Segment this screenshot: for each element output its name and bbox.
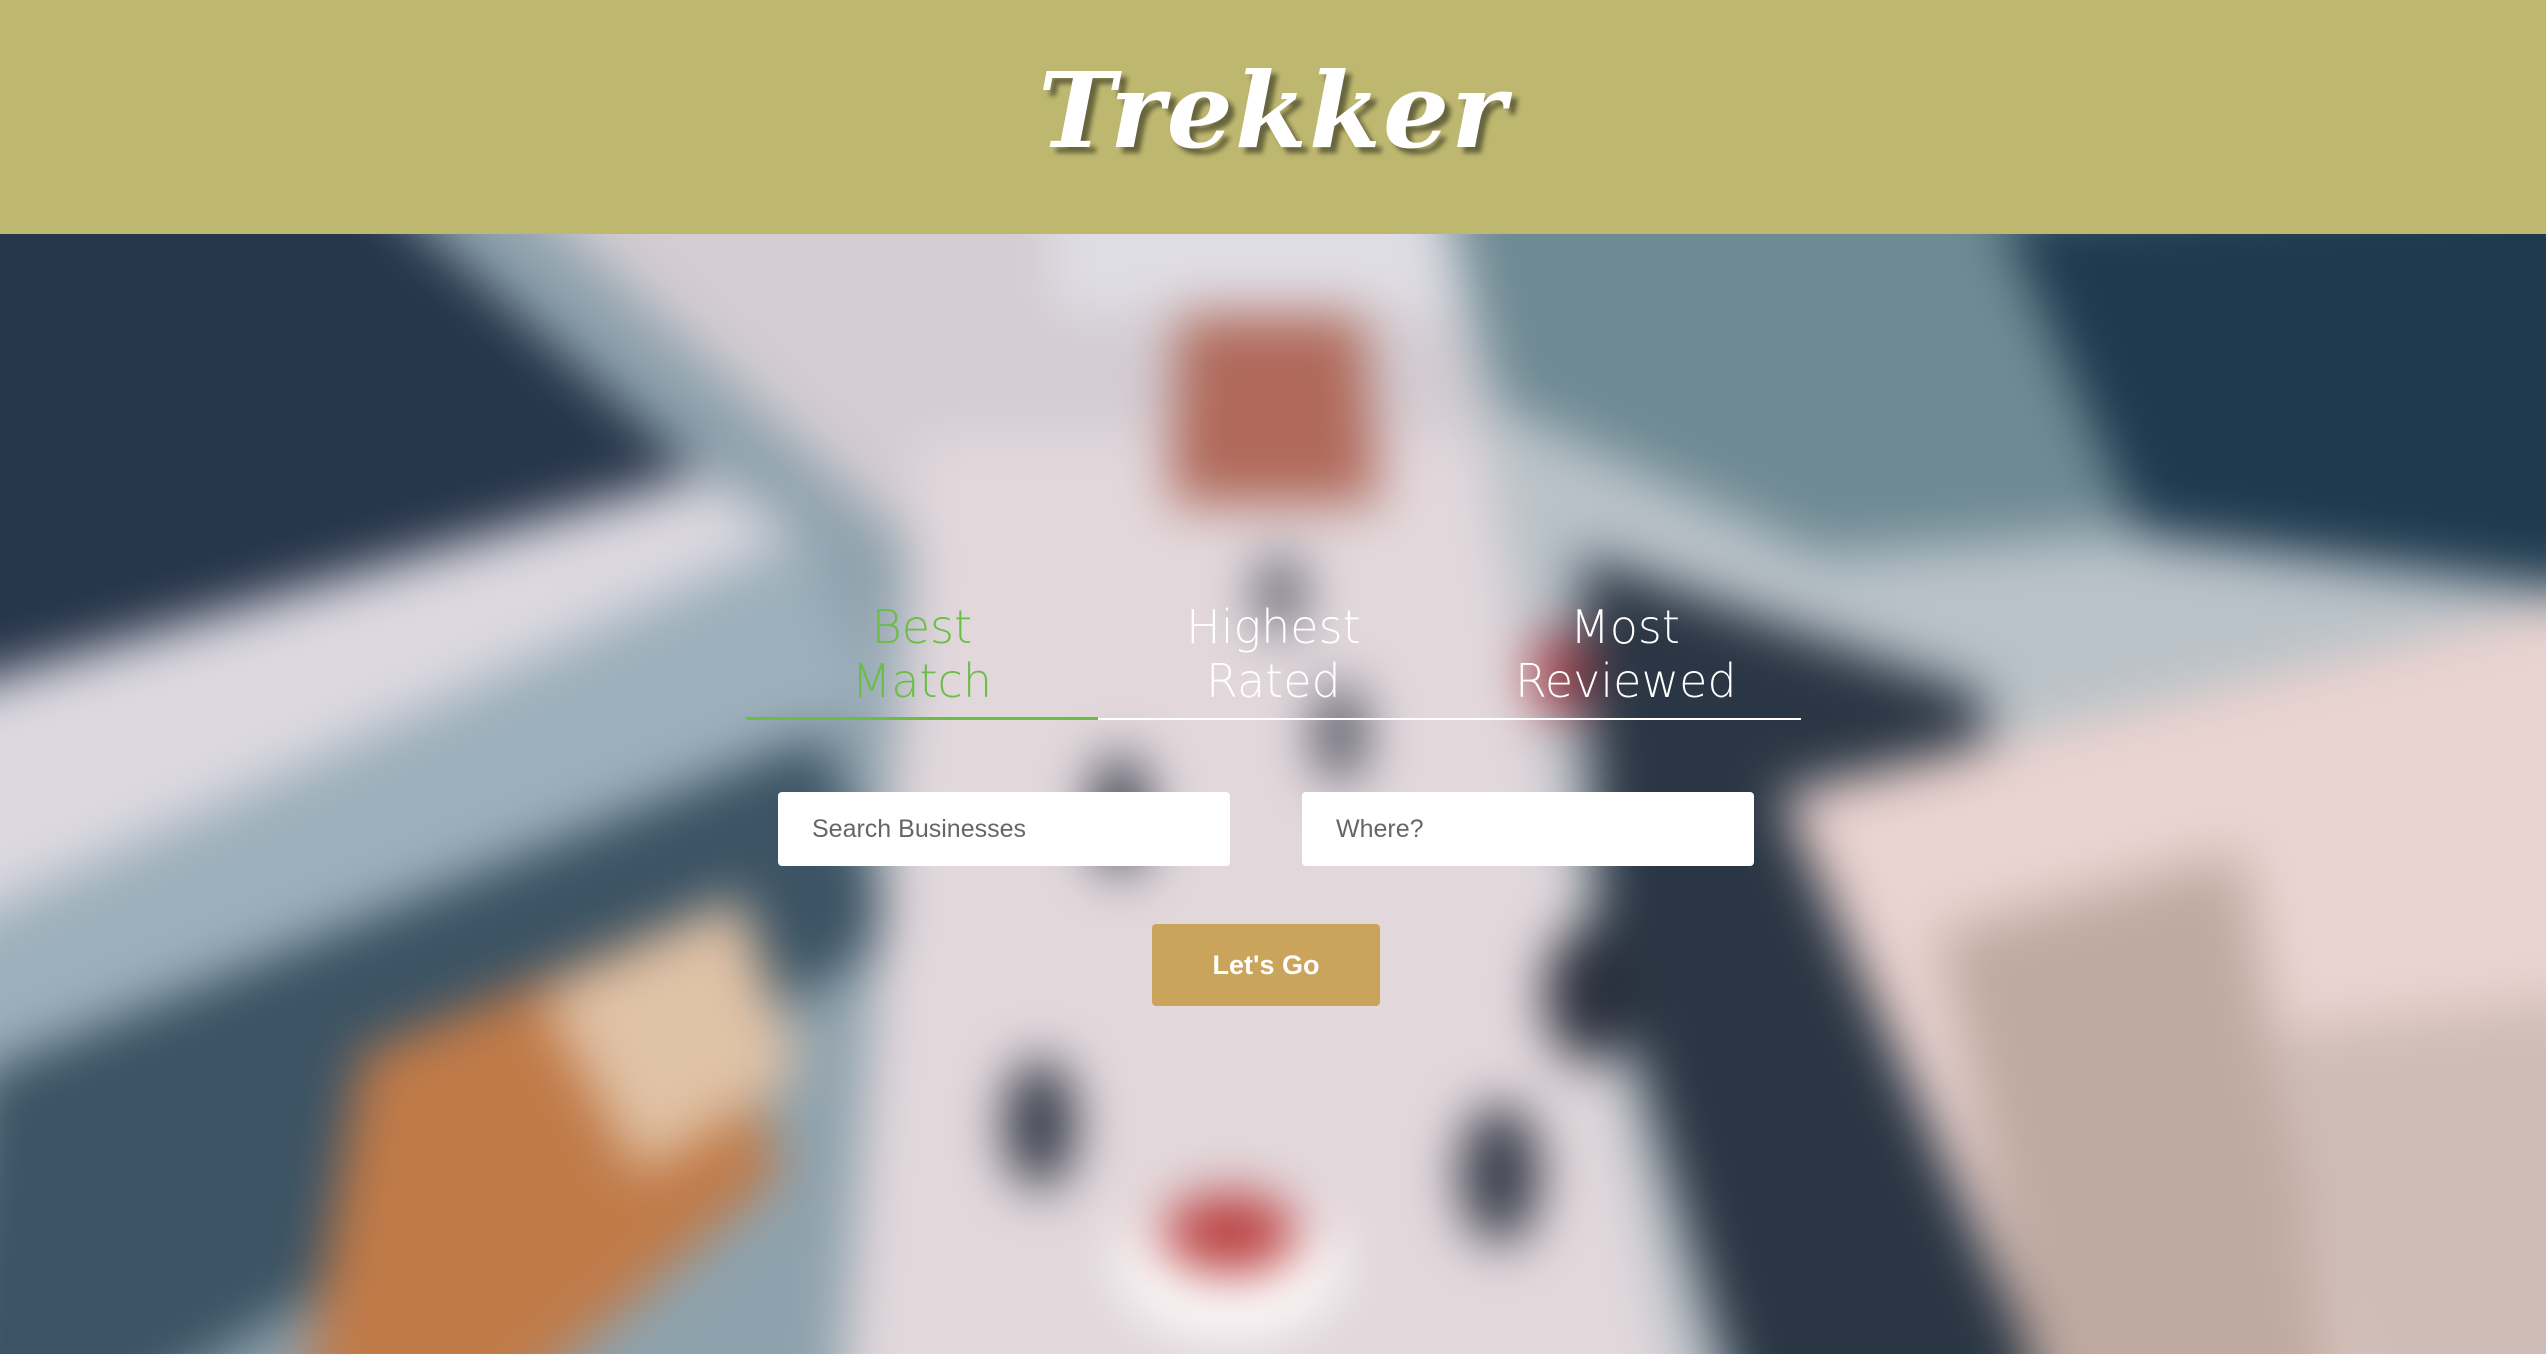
search-fields: [778, 792, 1754, 866]
location-input[interactable]: [1302, 792, 1754, 866]
sort-tab-label: Best Match: [851, 600, 992, 708]
app-header: Trekker: [0, 0, 2546, 234]
lets-go-button[interactable]: Let's Go: [1152, 924, 1380, 1006]
search-businesses-input[interactable]: [778, 792, 1230, 866]
sort-tab-highest-rated[interactable]: Highest Rated: [1097, 600, 1450, 720]
sort-tab-most-reviewed[interactable]: Most Reviewed: [1449, 600, 1801, 720]
search-hero: Best Match Highest Rated Most Reviewed L…: [0, 234, 2546, 1354]
app-logo: Trekker: [1038, 48, 1508, 172]
sort-tab-label: Highest Rated: [1186, 600, 1361, 708]
sort-options-bar: Best Match Highest Rated Most Reviewed L…: [746, 600, 1801, 1006]
sort-tab-best-match[interactable]: Best Match: [746, 600, 1098, 720]
sort-tab-label: Most Reviewed: [1514, 600, 1737, 708]
sort-tabs: Best Match Highest Rated Most Reviewed: [746, 600, 1801, 720]
